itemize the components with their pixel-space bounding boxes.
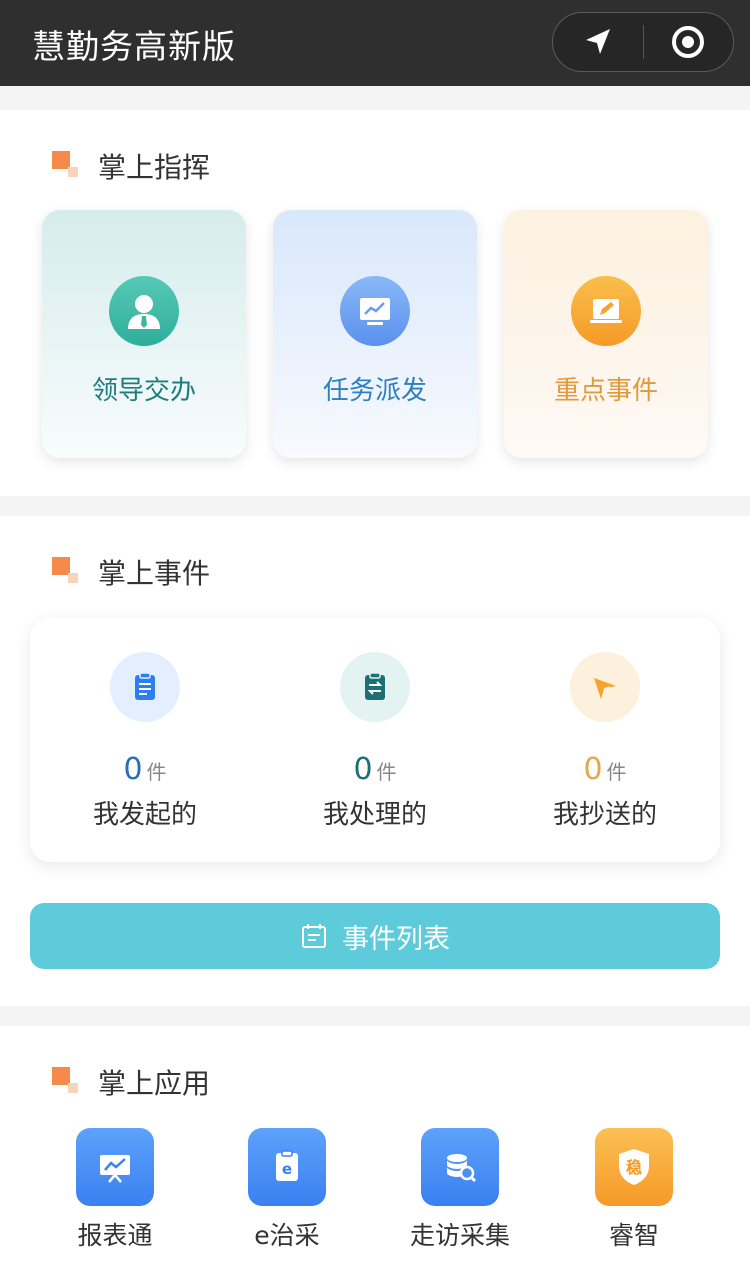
app-ruizhi[interactable]: 稳 睿智 [574, 1128, 694, 1268]
shield-badge-text: 稳 [626, 1158, 642, 1177]
stat-count: 0件 [30, 752, 260, 787]
stat-cc[interactable]: 0件 我抄送的 [490, 618, 720, 862]
command-section-header: 掌上指挥 [52, 146, 210, 186]
top-bar: 慧勤务高新版 [0, 0, 750, 86]
stat-number: 0 [583, 752, 603, 787]
app-report[interactable]: 报表通 [55, 1128, 175, 1268]
section-title: 掌上指挥 [98, 151, 211, 184]
exchange-clipboard-icon [340, 652, 410, 722]
apps-section-header: 掌上应用 [52, 1062, 210, 1102]
app-e-governance[interactable]: e e治采 [227, 1128, 347, 1268]
stat-unit: 件 [376, 760, 397, 784]
app-label: e治采 [254, 1221, 320, 1250]
tile-task-dispatch[interactable]: 任务派发 [273, 210, 477, 458]
section-title: 掌上应用 [98, 1067, 211, 1100]
database-search-icon [421, 1128, 499, 1206]
app-visit-collect[interactable]: 走访采集 [400, 1128, 520, 1268]
svg-text:e: e [282, 1160, 292, 1178]
events-section-header: 掌上事件 [52, 552, 210, 592]
report-chart-icon [76, 1128, 154, 1206]
e-clipboard-icon: e [248, 1128, 326, 1206]
apps-section: 掌上应用 报表通 e e治采 走访采集 稳 睿智 [0, 1026, 750, 1268]
stat-unit: 件 [146, 760, 167, 784]
clipboard-icon [110, 652, 180, 722]
stat-handled[interactable]: 0件 我处理的 [260, 618, 490, 862]
stat-label: 我发起的 [92, 800, 197, 830]
app-label: 报表通 [77, 1221, 153, 1250]
send-icon [570, 652, 640, 722]
stat-label: 我处理的 [322, 800, 427, 830]
presentation-chart-icon [340, 276, 410, 346]
calendar-list-icon [302, 924, 326, 948]
edit-laptop-icon [571, 276, 641, 346]
tile-label: 重点事件 [553, 376, 658, 406]
tile-label: 任务派发 [322, 376, 427, 406]
section-title: 掌上事件 [98, 557, 211, 590]
app-label: 睿智 [608, 1221, 659, 1250]
app-label: 走访采集 [409, 1221, 510, 1250]
stat-number: 0 [353, 752, 373, 787]
section-marker-icon [52, 151, 80, 181]
section-marker-icon [52, 557, 80, 587]
stat-initiated[interactable]: 0件 我发起的 [30, 618, 260, 862]
leader-person-icon [109, 276, 179, 346]
stat-unit: 件 [606, 760, 627, 784]
event-list-button[interactable]: 事件列表 [30, 903, 720, 969]
location-arrow-icon [585, 29, 610, 54]
stat-number: 0 [123, 752, 143, 787]
target-circle-icon [672, 26, 705, 58]
tile-leader-assign[interactable]: 领导交办 [42, 210, 246, 458]
event-stats-panel: 0件 我发起的 0件 我处理的 0 件 我抄送的 [30, 618, 720, 862]
location-button[interactable] [553, 13, 643, 71]
app-title: 慧勤务高新版 [32, 27, 236, 66]
tile-label: 领导交办 [91, 376, 196, 406]
shield-icon: 稳 [595, 1128, 673, 1206]
event-list-button-label: 事件列表 [342, 923, 450, 955]
close-miniprogram-button[interactable] [644, 13, 734, 71]
stat-label: 我抄送的 [552, 800, 657, 830]
mini-program-capsule [552, 12, 734, 72]
stat-count: 0件 [490, 752, 720, 787]
tile-key-events[interactable]: 重点事件 [504, 210, 708, 458]
stat-count: 0件 [260, 752, 490, 787]
events-section: 掌上事件 0件 我发起的 0 件 我处理的 0 件 我抄送的 事件列表 [0, 516, 750, 1006]
section-marker-icon [52, 1067, 80, 1097]
